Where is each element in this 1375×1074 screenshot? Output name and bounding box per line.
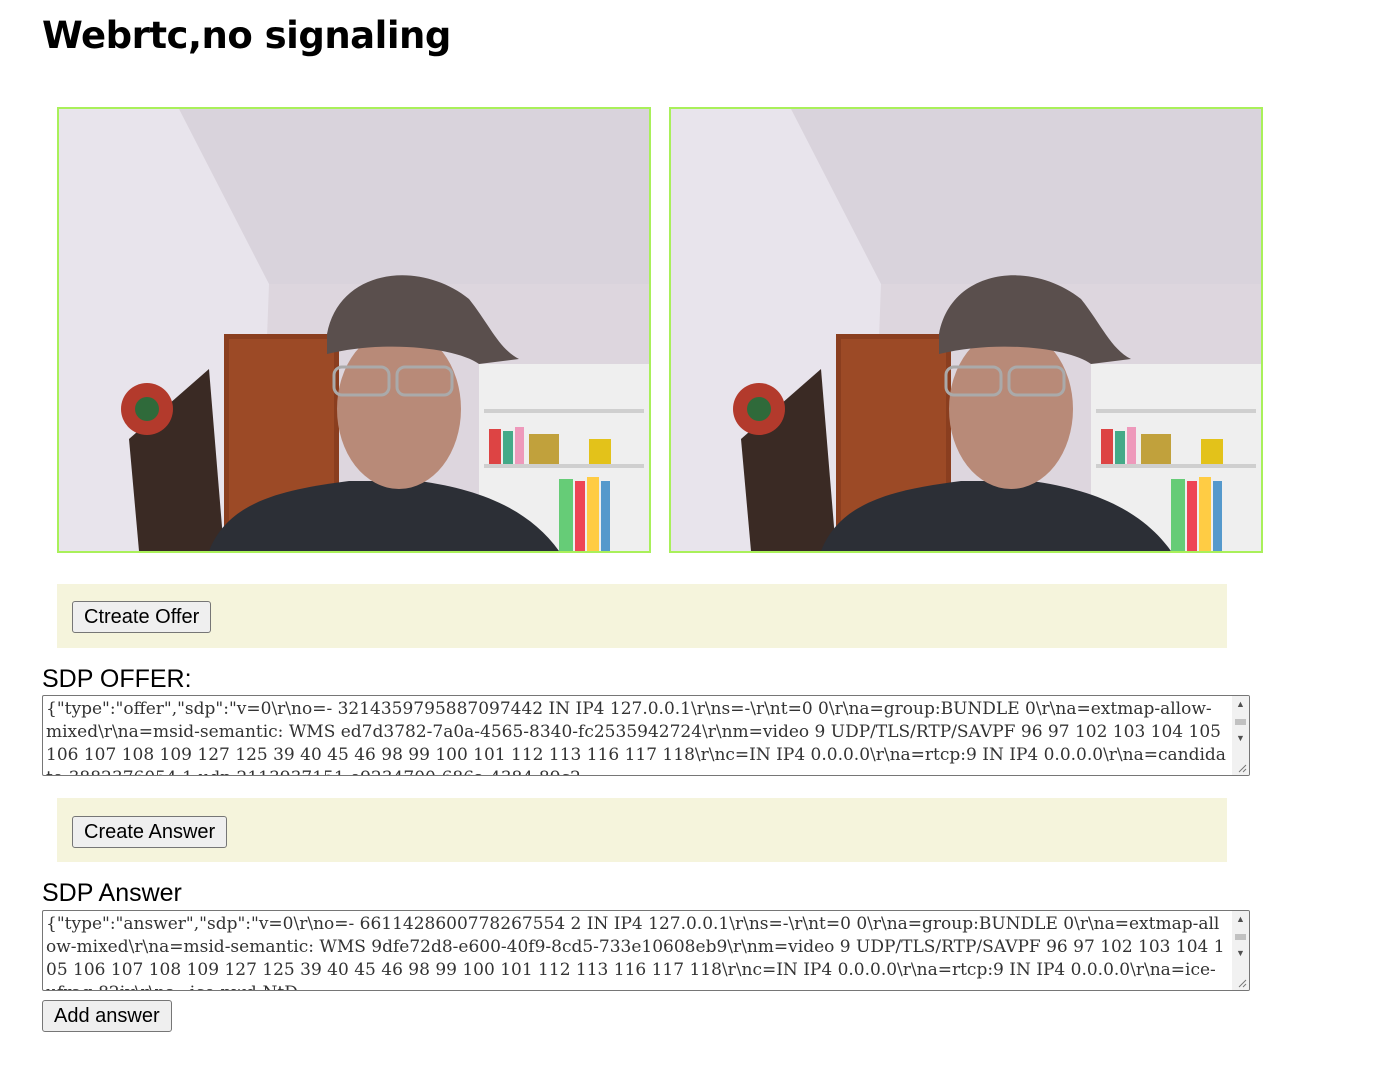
scroll-down-icon[interactable]: ▼ bbox=[1232, 730, 1249, 747]
scroll-thumb[interactable] bbox=[1235, 719, 1246, 725]
video-frame-local bbox=[59, 109, 649, 551]
scroll-thumb[interactable] bbox=[1235, 934, 1246, 940]
answer-panel: Create Answer bbox=[57, 798, 1227, 862]
sdp-offer-label: SDP OFFER: bbox=[42, 665, 192, 693]
scroll-up-icon[interactable]: ▲ bbox=[1232, 911, 1249, 928]
local-video bbox=[57, 107, 651, 553]
add-answer-button[interactable]: Add answer bbox=[42, 1000, 172, 1032]
scroll-up-icon[interactable]: ▲ bbox=[1232, 696, 1249, 713]
resize-grip-icon[interactable] bbox=[1237, 978, 1247, 988]
create-answer-button[interactable]: Create Answer bbox=[72, 816, 228, 848]
sdp-answer-label: SDP Answer bbox=[42, 879, 182, 907]
sdp-answer-textarea[interactable]: {"type":"answer","sdp":"v=0\r\no=- 66114… bbox=[42, 910, 1250, 991]
page-title: Webrtc,no signaling bbox=[42, 14, 451, 57]
resize-grip-icon[interactable] bbox=[1237, 763, 1247, 773]
create-offer-button[interactable]: Ctreate Offer bbox=[72, 601, 212, 633]
sdp-offer-text: {"type":"offer","sdp":"v=0\r\no=- 321435… bbox=[46, 699, 1226, 775]
sdp-answer-text: {"type":"answer","sdp":"v=0\r\no=- 66114… bbox=[46, 914, 1225, 990]
offer-panel: Ctreate Offer bbox=[57, 584, 1227, 648]
video-frame-remote bbox=[671, 109, 1261, 551]
sdp-offer-textarea[interactable]: {"type":"offer","sdp":"v=0\r\no=- 321435… bbox=[42, 695, 1250, 776]
remote-video bbox=[669, 107, 1263, 553]
scroll-down-icon[interactable]: ▼ bbox=[1232, 945, 1249, 962]
